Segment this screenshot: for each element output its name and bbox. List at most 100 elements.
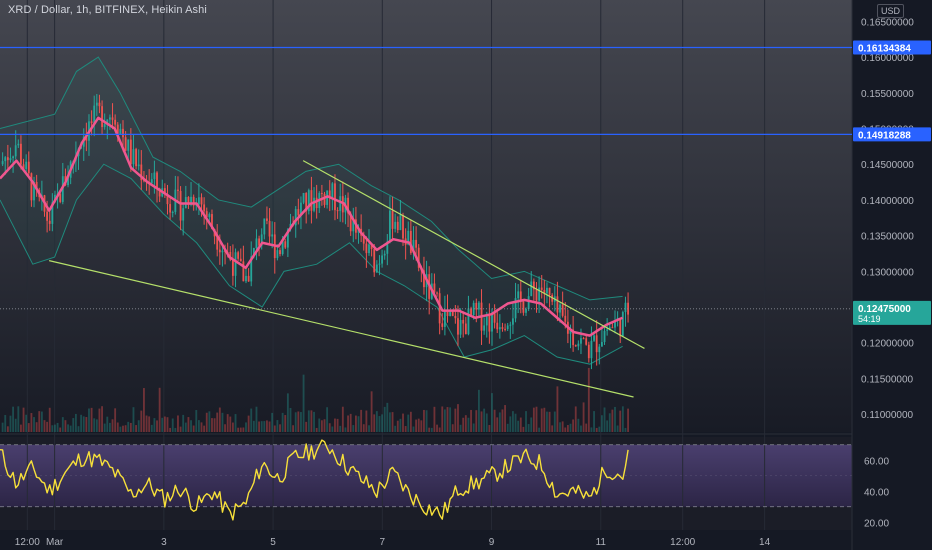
candle-body bbox=[415, 239, 418, 248]
volume-bar bbox=[438, 427, 441, 432]
volume-bar bbox=[200, 422, 203, 432]
candle-body bbox=[556, 296, 559, 313]
currency-button[interactable]: USD bbox=[877, 4, 905, 18]
candle-body bbox=[127, 139, 130, 151]
candle-body bbox=[114, 119, 117, 125]
volume-bar bbox=[14, 418, 17, 432]
candle-body bbox=[279, 250, 281, 255]
volume-bar bbox=[114, 408, 117, 432]
candle-body bbox=[462, 319, 465, 324]
volume-bar bbox=[12, 406, 15, 432]
volume-bar bbox=[184, 422, 187, 432]
candle-body bbox=[483, 325, 486, 331]
volume-bar bbox=[331, 426, 334, 432]
volume-bar bbox=[378, 416, 381, 432]
volume-bar bbox=[88, 408, 90, 432]
candle-body bbox=[564, 315, 567, 322]
candle-body bbox=[512, 318, 514, 325]
volume-bar bbox=[323, 419, 326, 432]
price-tick-label: 0.16500000 bbox=[861, 17, 914, 28]
candle-body bbox=[101, 106, 103, 128]
price-tick-label: 0.13500000 bbox=[861, 232, 914, 243]
candle-body bbox=[93, 105, 96, 124]
volume-bar bbox=[464, 415, 467, 432]
time-tick-label: 7 bbox=[380, 537, 386, 548]
volume-bar bbox=[226, 414, 229, 432]
volume-bar bbox=[205, 412, 208, 432]
volume-bar bbox=[428, 427, 431, 432]
volume-bar bbox=[522, 426, 525, 432]
volume-bar bbox=[20, 424, 22, 432]
volume-bar bbox=[488, 425, 491, 432]
volume-bar bbox=[90, 407, 93, 432]
volume-bar bbox=[540, 408, 543, 432]
candle-body bbox=[268, 220, 271, 237]
volume-bar bbox=[347, 415, 349, 432]
volume-bar bbox=[564, 427, 567, 432]
candle-body bbox=[580, 338, 582, 344]
volume-bar bbox=[417, 418, 420, 432]
volume-bar bbox=[436, 424, 438, 432]
candle-body bbox=[546, 287, 548, 294]
candle-body bbox=[506, 325, 509, 330]
candle-body bbox=[619, 317, 622, 337]
volume-bar bbox=[82, 416, 85, 432]
candle-body bbox=[203, 204, 206, 212]
candle-body bbox=[103, 124, 106, 128]
volume-bar bbox=[391, 412, 394, 432]
volume-bar bbox=[600, 415, 603, 432]
candle-body bbox=[231, 259, 234, 276]
volume-bar bbox=[493, 409, 496, 432]
volume-bar bbox=[216, 412, 219, 432]
volume-bar bbox=[454, 408, 457, 432]
volume-bar bbox=[137, 420, 140, 432]
volume-bar bbox=[357, 416, 360, 432]
volume-bar bbox=[519, 417, 522, 432]
candle-body bbox=[90, 121, 93, 124]
candle-body bbox=[177, 189, 179, 191]
time-tick-label: 12:00 bbox=[15, 537, 40, 548]
candle-body bbox=[156, 172, 158, 189]
volume-bar bbox=[163, 416, 166, 432]
candle-body bbox=[611, 327, 614, 329]
candle-body bbox=[315, 197, 318, 209]
candle-body bbox=[517, 291, 520, 299]
volume-bar bbox=[1, 422, 4, 432]
candle-body bbox=[365, 243, 368, 254]
candle-body bbox=[561, 304, 564, 316]
candle-body bbox=[218, 249, 221, 253]
candle-body bbox=[540, 287, 543, 290]
candle-body bbox=[320, 193, 323, 195]
volume-bar bbox=[231, 422, 234, 432]
volume-bar bbox=[239, 427, 242, 432]
volume-bar bbox=[572, 419, 575, 432]
trading-chart[interactable]: 0.165000000.160000000.155000000.15000000… bbox=[0, 0, 932, 550]
candle-body bbox=[310, 190, 313, 211]
volume-bar bbox=[40, 411, 43, 432]
volume-bar bbox=[399, 418, 402, 432]
volume-bar bbox=[394, 425, 397, 432]
candle-body bbox=[17, 143, 20, 146]
volume-bar bbox=[606, 420, 609, 432]
volume-bar bbox=[93, 418, 96, 432]
volume-bar bbox=[326, 407, 329, 432]
volume-bar bbox=[538, 427, 541, 432]
volume-bar bbox=[559, 422, 561, 432]
volume-bar bbox=[344, 427, 347, 432]
volume-bar bbox=[383, 406, 386, 432]
volume-bar bbox=[381, 414, 383, 432]
volume-bar bbox=[25, 414, 28, 432]
volume-bar bbox=[190, 420, 192, 432]
volume-bar bbox=[446, 407, 449, 432]
volume-bar bbox=[585, 423, 588, 432]
volume-bar bbox=[443, 409, 446, 432]
volume-bar bbox=[616, 425, 619, 432]
volume-bar bbox=[158, 387, 161, 432]
candle-body bbox=[334, 183, 336, 211]
volume-bar bbox=[224, 424, 226, 432]
candle-body bbox=[266, 218, 268, 221]
volume-bar bbox=[56, 422, 59, 432]
volume-bar bbox=[263, 421, 266, 432]
candle-body bbox=[132, 149, 135, 165]
volume-bar bbox=[389, 412, 391, 432]
